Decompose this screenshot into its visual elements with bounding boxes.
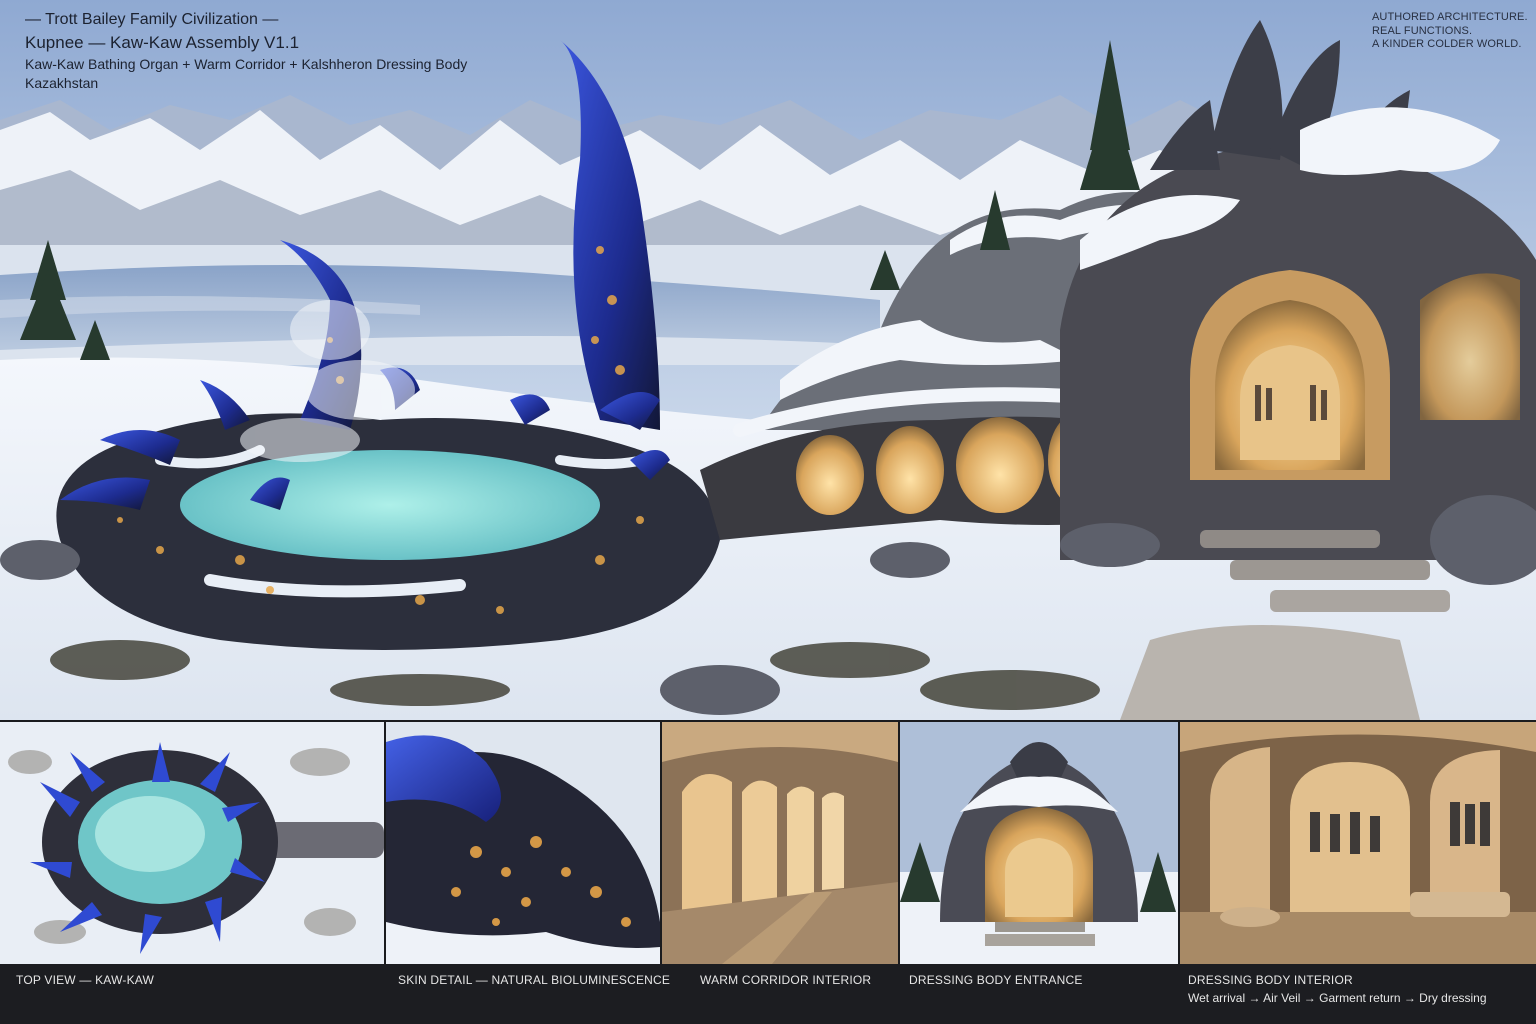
tagline-line: A KINDER COLDER WORLD. [1372, 38, 1522, 50]
hero-scene [0, 0, 1536, 720]
panel-skin-detail [386, 722, 660, 964]
detail-panels [0, 722, 1536, 964]
tagline-line: REAL FUNCTIONS. [1372, 24, 1473, 37]
civilization-title: — Trott Bailey Family Civilization — [25, 11, 279, 28]
panel-warm-corridor [662, 722, 898, 964]
caption-warm-corridor: WARM CORRIDOR INTERIOR [700, 973, 872, 987]
location-label: Kazakhstan [25, 75, 99, 91]
caption-skin-detail: SKIN DETAIL — NATURAL BIOLUMINESCENCE [398, 973, 671, 987]
caption-dressing-interior: DRESSING BODY INTERIOR [1188, 973, 1353, 987]
caption-dressing-sequence: Wet arrival → Air Veil → Garment return … [1188, 991, 1487, 1005]
skin-detail-image [386, 722, 660, 964]
caption-top-view: TOP VIEW — KAW-KAW [16, 973, 155, 987]
entrance-image [900, 722, 1178, 964]
top-view-image [0, 722, 384, 964]
tagline: AUTHORED ARCHITECTURE. REAL FUNCTIONS. A… [1372, 11, 1528, 52]
panel-top-view [0, 722, 384, 964]
assembly-title: Kupnee — Kaw-Kaw Assembly V1.1 [25, 33, 300, 52]
hero-illustration: — Trott Bailey Family Civilization — Kup… [0, 0, 1536, 720]
corridor-image [662, 722, 898, 964]
caption-dressing-entrance: DRESSING BODY ENTRANCE [909, 973, 1083, 987]
panel-dressing-entrance [900, 722, 1178, 964]
title-block: — Trott Bailey Family Civilization — Kup… [25, 10, 467, 93]
components-subtitle: Kaw-Kaw Bathing Organ + Warm Corridor + … [25, 56, 468, 72]
panel-dressing-interior [1180, 722, 1536, 964]
tagline-line: AUTHORED ARCHITECTURE. [1372, 11, 1528, 23]
caption-bar: TOP VIEW — KAW-KAW SKIN DETAIL — NATURAL… [0, 964, 1536, 1024]
interior-image [1180, 722, 1536, 964]
